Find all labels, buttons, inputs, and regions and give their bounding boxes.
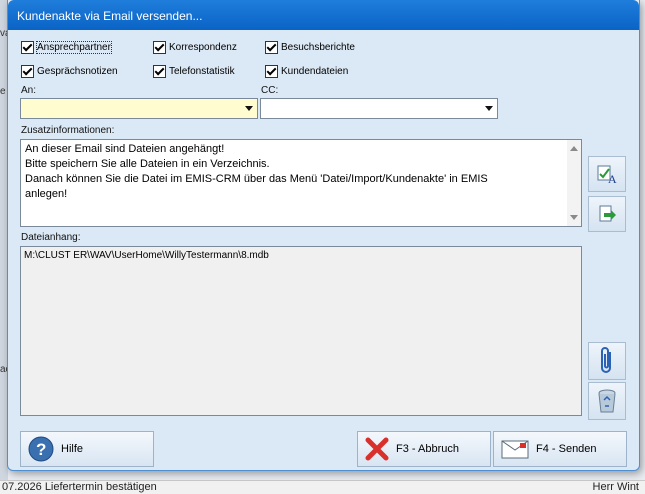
- remove-attachment-button[interactable]: [588, 382, 626, 420]
- spellcheck-icon: A: [597, 165, 617, 185]
- document-arrow-icon: [599, 205, 616, 222]
- checkbox-label: Telefonstatistik: [169, 65, 235, 77]
- cc-combobox[interactable]: [260, 98, 498, 119]
- scroll-up-icon[interactable]: [570, 146, 578, 151]
- cancel-button[interactable]: F3 - Abbruch: [357, 431, 491, 467]
- checkbox-checked-icon[interactable]: [153, 40, 166, 54]
- svg-text:A: A: [608, 172, 617, 185]
- help-button-label: Hilfe: [61, 443, 84, 455]
- checkbox-ansprechpartner[interactable]: Ansprechpartner: [21, 40, 112, 54]
- checkbox-checked-icon[interactable]: [265, 64, 278, 78]
- checkbox-label: Ansprechpartner: [36, 40, 112, 54]
- info-label: Zusatzinformationen:: [21, 125, 115, 136]
- checkbox-checked-icon[interactable]: [21, 64, 34, 78]
- chevron-down-icon[interactable]: [480, 99, 497, 118]
- attachment-list[interactable]: M:\CLUST ER\WAV\UserHome\WillyTestermann…: [20, 246, 582, 416]
- checkbox-label: Besuchsberichte: [281, 41, 355, 53]
- checkbox-gespraechsnotizen[interactable]: Gesprächsnotizen: [21, 64, 118, 78]
- to-combobox[interactable]: [20, 98, 258, 119]
- checkbox-label: Kundendateien: [281, 65, 349, 77]
- email-dialog: Kundenakte via Email versenden... Anspre…: [7, 0, 640, 471]
- close-icon: [365, 437, 389, 461]
- checkbox-telefonstatistik[interactable]: Telefonstatistik: [153, 64, 235, 78]
- background-status-row: 07.2026 Liefertermin bestätigen Herr Win…: [0, 480, 645, 494]
- scroll-down-icon[interactable]: [570, 215, 578, 220]
- background-status-right: Herr Wint: [592, 481, 639, 493]
- envelope-icon: [501, 440, 529, 459]
- to-label: An:: [21, 85, 37, 96]
- send-button-label: F4 - Senden: [536, 443, 597, 455]
- checkbox-besuchsberichte[interactable]: Besuchsberichte: [265, 40, 355, 54]
- checkbox-korrespondenz[interactable]: Korrespondenz: [153, 40, 237, 54]
- checkbox-checked-icon[interactable]: [21, 40, 34, 54]
- checkbox-label: Gesprächsnotizen: [37, 65, 118, 77]
- help-button[interactable]: ? Hilfe: [20, 431, 154, 467]
- checkbox-label: Korrespondenz: [169, 41, 237, 53]
- svg-text:?: ?: [36, 440, 46, 459]
- info-text[interactable]: An dieser Email sind Dateien angehängt! …: [25, 142, 488, 202]
- send-button[interactable]: F4 - Senden: [493, 431, 627, 467]
- checkbox-checked-icon[interactable]: [265, 40, 278, 54]
- dialog-title: Kundenakte via Email versenden...: [17, 9, 203, 23]
- checkbox-checked-icon[interactable]: [153, 64, 166, 78]
- checkbox-kundendateien[interactable]: Kundendateien: [265, 64, 348, 78]
- info-scrollbar[interactable]: [567, 140, 581, 226]
- recycle-bin-icon: [598, 389, 616, 413]
- list-item[interactable]: M:\CLUST ER\WAV\UserHome\WillyTestermann…: [24, 250, 269, 261]
- spellcheck-button[interactable]: A: [588, 156, 626, 192]
- dialog-titlebar[interactable]: Kundenakte via Email versenden...: [8, 0, 639, 30]
- help-icon: ?: [28, 436, 54, 462]
- cc-label: CC:: [261, 85, 279, 96]
- attachment-label: Dateianhang:: [21, 232, 81, 243]
- chevron-down-icon[interactable]: [240, 99, 257, 118]
- paperclip-icon: [601, 347, 611, 373]
- cancel-button-label: F3 - Abbruch: [396, 443, 459, 455]
- add-attachment-button[interactable]: [588, 342, 626, 380]
- info-textarea[interactable]: An dieser Email sind Dateien angehängt! …: [20, 139, 582, 227]
- insert-text-button[interactable]: [588, 196, 626, 232]
- background-status-left: 07.2026 Liefertermin bestätigen: [2, 481, 157, 493]
